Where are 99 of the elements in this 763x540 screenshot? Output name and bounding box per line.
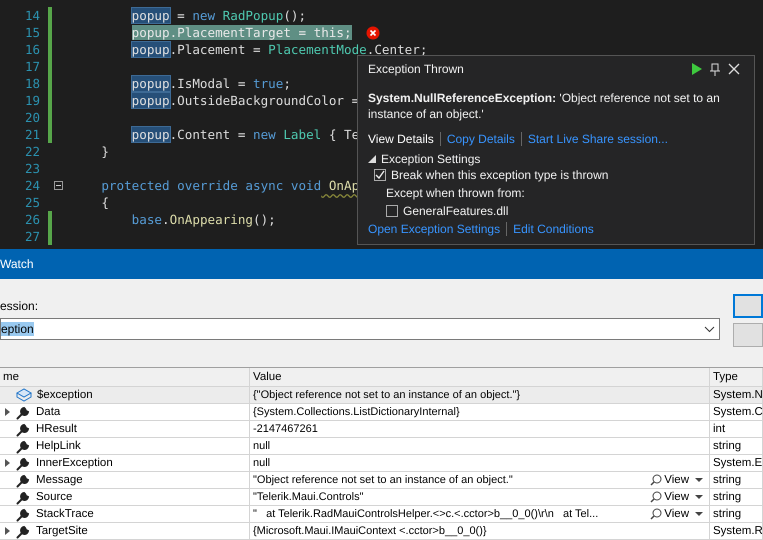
variable-value: "Telerik.Maui.Controls" xyxy=(253,491,365,503)
watch-row[interactable]: HelpLink null string xyxy=(0,438,763,455)
variable-value: " at Telerik.RadMauiControlsHelper.<>c.<.cctor>b__0_0()\r\n at Tel... xyxy=(253,508,600,520)
variable-value: null xyxy=(253,457,272,469)
wrench-icon xyxy=(16,456,31,470)
code-line: { xyxy=(100,195,109,210)
line-number: 15 xyxy=(24,25,40,40)
search-icon xyxy=(650,508,662,520)
watch-row[interactable]: Message "Object reference not set to an instance of an object." View string xyxy=(0,472,763,489)
dialog-button[interactable] xyxy=(733,294,763,318)
line-number: 17 xyxy=(24,59,40,74)
variable-value: {Microsoft.Maui.IMauiContext <.cctor>b__0_0()} xyxy=(253,525,488,537)
variable-type: string xyxy=(713,440,742,452)
variable-name: StackTrace xyxy=(36,508,94,520)
search-icon xyxy=(650,474,662,486)
variable-name: Data xyxy=(36,406,60,418)
popup-link[interactable]: View Details xyxy=(368,132,440,146)
wrench-icon xyxy=(16,524,31,538)
line-number: 22 xyxy=(24,144,40,159)
exception-message: System.NullReferenceException: 'Object reference not set to an instance of an object.' xyxy=(368,90,721,122)
column-header[interactable]: Value xyxy=(253,371,282,383)
view-button[interactable]: View xyxy=(650,508,709,520)
module-checkbox[interactable]: GeneralFeatures.dll xyxy=(368,202,744,220)
settings-toggle[interactable]: Exception Settings xyxy=(368,152,744,166)
variable-value: -2147467261 xyxy=(253,423,319,435)
wrench-icon xyxy=(16,422,31,436)
expand-icon[interactable] xyxy=(5,527,10,535)
popup-link[interactable]: Start Live Share session... xyxy=(520,132,674,146)
except-label: Except when thrown from: xyxy=(385,185,526,202)
wrench-icon xyxy=(16,404,31,420)
line-number: 18 xyxy=(24,76,40,91)
line-number: 14 xyxy=(24,8,40,23)
code-line: popup.IsModal = true; xyxy=(130,76,291,91)
variable-name: Message xyxy=(36,474,83,486)
line-number: 16 xyxy=(24,42,40,57)
variable-type: System.C xyxy=(713,406,763,418)
line-number: 19 xyxy=(24,93,40,108)
collapse-icon[interactable] xyxy=(54,181,63,190)
variable-value: null xyxy=(253,440,272,452)
caret-icon xyxy=(695,478,703,482)
code-line: } xyxy=(100,144,109,159)
expression-label: ession: xyxy=(0,299,40,313)
code-line: popup.Placement = PlacementMode.Center; xyxy=(130,42,428,57)
watch-row[interactable]: TargetSite {Microsoft.Maui.IMauiContext <.cctor>b__0_0()} System.R xyxy=(0,523,763,540)
variable-type: string xyxy=(713,474,742,486)
popup-title: Exception Thrown xyxy=(368,62,465,76)
view-button[interactable]: View xyxy=(650,474,709,486)
watch-row[interactable]: StackTrace " at Telerik.RadMauiControlsHelper.<>c.<.cctor>b__0_0()\r\n at Tel... View string xyxy=(0,506,763,523)
caret-icon xyxy=(695,512,703,516)
variable-value: {System.Collections.ListDictionaryInternal} xyxy=(253,406,461,418)
variable-type: int xyxy=(713,423,726,435)
variable-type: string xyxy=(713,491,742,503)
variable-type: System.R xyxy=(713,525,763,537)
check-icon xyxy=(375,170,385,180)
code-line: popup = new RadPopup(); xyxy=(130,8,306,23)
view-button[interactable]: View xyxy=(650,491,709,503)
variable-type: System.E xyxy=(713,457,762,469)
dialog-title: Watch xyxy=(0,257,34,271)
caret-icon xyxy=(695,495,703,499)
triangle-icon xyxy=(368,155,376,163)
column-header[interactable]: me xyxy=(3,371,19,383)
wrench-icon xyxy=(16,438,31,454)
variable-name: $exception xyxy=(37,389,93,401)
watch-row[interactable]: $exception {"Object reference not set to an instance of an object."} System.N xyxy=(0,387,763,404)
popup-link[interactable]: Open Exception Settings xyxy=(368,222,506,236)
popup-link[interactable]: Edit Conditions xyxy=(506,222,600,236)
wrench-icon xyxy=(16,506,31,522)
variable-name: InnerException xyxy=(36,457,113,469)
popup-link[interactable]: Copy Details xyxy=(440,132,521,146)
watch-row[interactable]: HResult -2147467261 int xyxy=(0,421,763,438)
code-line: base.OnAppearing(); xyxy=(130,212,276,227)
line-number: 24 xyxy=(24,178,40,193)
variable-name: HelpLink xyxy=(36,440,81,452)
line-number: 23 xyxy=(24,161,40,176)
chevron-icon xyxy=(704,326,715,332)
expand-icon[interactable] xyxy=(5,459,10,467)
wrench-icon xyxy=(16,490,31,504)
line-number: 20 xyxy=(24,110,40,125)
watch-row[interactable]: Data {System.Collections.ListDictionaryInternal} System.C xyxy=(0,404,763,421)
variable-name: HResult xyxy=(36,423,77,435)
cube-icon xyxy=(16,388,32,402)
watch-row[interactable]: InnerException null System.E xyxy=(0,455,763,472)
line-number: 26 xyxy=(24,212,40,227)
line-number: 21 xyxy=(24,127,40,142)
search-icon xyxy=(650,491,662,503)
break-checkbox[interactable]: Break when this exception type is thrown xyxy=(368,166,744,184)
expand-icon[interactable] xyxy=(5,408,10,416)
expression-combo[interactable]: eption xyxy=(0,318,720,340)
line-number: 25 xyxy=(24,195,40,210)
variable-value: "Object reference not set to an instance of an object." xyxy=(253,474,514,486)
variable-value: {"Object reference not set to an instance of an object."} xyxy=(253,389,522,401)
variable-type: System.N xyxy=(713,389,763,401)
watch-row[interactable]: Source "Telerik.Maui.Controls" View string xyxy=(0,489,763,506)
line-number: 27 xyxy=(24,229,40,244)
wrench-icon xyxy=(16,472,31,488)
column-header[interactable]: Type xyxy=(713,371,738,383)
variable-name: Source xyxy=(36,491,72,503)
variable-type: string xyxy=(713,508,742,520)
variable-name: TargetSite xyxy=(36,525,88,537)
